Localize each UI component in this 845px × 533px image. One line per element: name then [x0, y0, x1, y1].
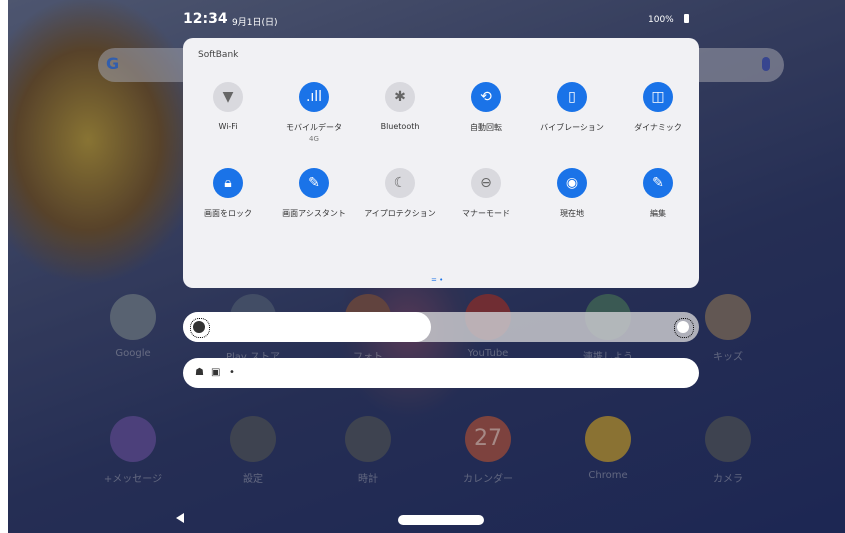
tile-label: 編集: [650, 209, 666, 218]
back-button[interactable]: [176, 513, 184, 523]
tile-dolby[interactable]: ◫ ダイナミック: [613, 82, 703, 133]
home-button[interactable]: [398, 515, 484, 525]
tile-bluetooth[interactable]: ✱ Bluetooth: [355, 82, 445, 131]
clock: 12:34: [183, 11, 228, 27]
tile-label: 画面アシスタント: [282, 209, 346, 218]
tile-edit[interactable]: ✎ 編集: [613, 168, 703, 219]
notification-dot: •: [229, 367, 235, 378]
tile-auto-rotate[interactable]: ⟲ 自動回転: [441, 82, 531, 133]
tile-lock[interactable]: 🔒︎ 画面をロック: [183, 168, 273, 219]
vibration-icon: ▯: [557, 82, 587, 112]
do-not-disturb-icon: ⊖: [471, 168, 501, 198]
battery-icon: [684, 14, 689, 23]
carrier-label: SoftBank: [198, 50, 239, 60]
tile-label: 画面をロック: [204, 209, 252, 218]
notification-screen-icon: ▣: [211, 367, 221, 378]
tile-wifi[interactable]: ▼ Wi-Fi: [183, 82, 273, 131]
brightness-slider[interactable]: [183, 312, 699, 342]
mobile-data-icon: .ıll: [299, 82, 329, 112]
battery-percent: 100%: [648, 15, 674, 25]
tile-eye-protection[interactable]: ☾ アイプロテクション: [355, 168, 445, 219]
wifi-icon: ▼: [213, 82, 243, 112]
brightness-fill: [183, 312, 431, 342]
eye-protection-icon: ☾: [385, 168, 415, 198]
bluetooth-icon: ✱: [385, 82, 415, 112]
notification-icons-row[interactable]: ☗ ▣ •: [183, 358, 699, 388]
brightness-low-icon: [190, 318, 210, 338]
tile-label: Wi-Fi: [218, 122, 238, 131]
tile-sublabel: 4G: [309, 135, 319, 143]
screen-assistant-icon: ✎: [299, 168, 329, 198]
status-bar: 12:34 9月1日(日) 100%: [8, 0, 845, 38]
tile-mobile-data[interactable]: .ıll モバイルデータ 4G: [269, 82, 359, 143]
tile-label: モバイルデータ: [286, 123, 342, 132]
tile-label: 現在地: [560, 209, 584, 218]
home-screen: G GooglePlay ストアフォトYouTube連携しようキッズ+メッセージ…: [8, 0, 845, 533]
tile-label: ダイナミック: [634, 123, 682, 132]
quick-settings-panel: SoftBank ▼ Wi-Fi .ıll モバイルデータ 4G ✱ Bluetooth ⟲ 自…: [183, 38, 699, 288]
tile-screen-assistant[interactable]: ✎ 画面アシスタント: [269, 168, 359, 219]
auto-rotate-icon: ⟲: [471, 82, 501, 112]
page-indicator[interactable]: = •: [431, 276, 443, 284]
date: 9月1日(日): [232, 18, 278, 28]
tile-do-not-disturb[interactable]: ⊖ マナーモード: [441, 168, 531, 219]
brightness-high-icon: [674, 318, 694, 338]
dolby-icon: ◫: [643, 82, 673, 112]
notification-app-icon: ☗: [195, 367, 204, 378]
tile-label: バイブレーション: [540, 123, 604, 132]
edit-icon: ✎: [643, 168, 673, 198]
lock-icon: 🔒︎: [213, 168, 243, 198]
tile-location[interactable]: ◉ 現在地: [527, 168, 617, 219]
location-icon: ◉: [557, 168, 587, 198]
tile-label: マナーモード: [462, 209, 510, 218]
tile-vibration[interactable]: ▯ バイブレーション: [527, 82, 617, 133]
tile-label: アイプロテクション: [364, 209, 436, 218]
tile-label: 自動回転: [470, 123, 502, 132]
tile-label: Bluetooth: [380, 122, 420, 131]
